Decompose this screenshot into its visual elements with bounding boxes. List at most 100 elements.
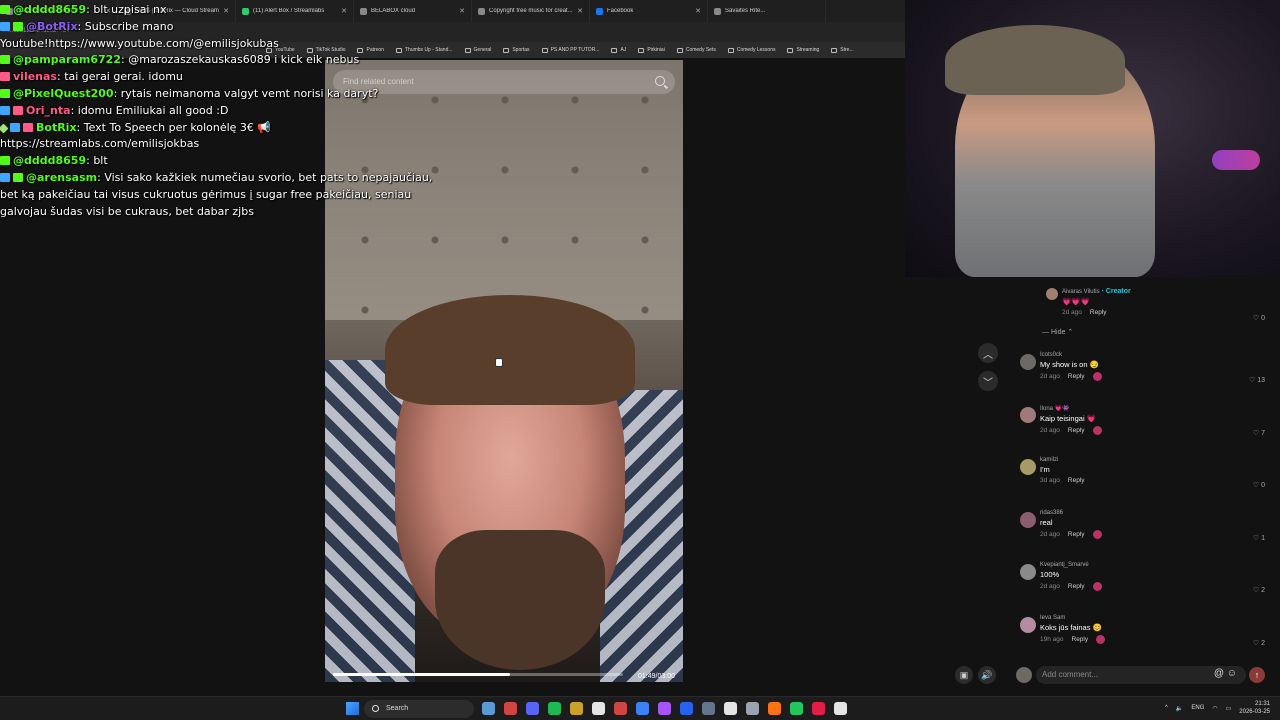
like-count[interactable]: ♡ 2 [1253, 639, 1265, 647]
volume-button[interactable]: 🔊 [978, 666, 996, 684]
close-icon[interactable]: ✕ [577, 7, 583, 15]
reply-button[interactable]: Reply [1072, 636, 1089, 643]
taskbar-app-icon[interactable] [812, 702, 825, 715]
avatar[interactable] [1020, 406, 1036, 423]
chevron-up-icon[interactable]: ^ [1165, 705, 1168, 711]
chat-username[interactable]: @dddd8659 [13, 3, 86, 16]
chat-username[interactable]: Ori_nta [26, 104, 71, 117]
comment-username[interactable]: Kvepiantį_Smarvė [1040, 562, 1260, 568]
search-icon[interactable] [655, 76, 665, 86]
reply-button[interactable]: Reply [1068, 373, 1085, 380]
windows-start-icon[interactable] [346, 702, 359, 715]
chat-username[interactable]: @arensasm [26, 171, 97, 184]
comment-username[interactable]: kamilzi [1040, 457, 1260, 463]
taskbar-app-icon[interactable] [702, 702, 715, 715]
bookmark-folder[interactable]: Comedy Sets [671, 47, 722, 53]
hide-replies-button[interactable]: — Hide ⌃ [1042, 328, 1073, 336]
browser-tab[interactable]: Savaitės Rite... [708, 0, 826, 22]
comments-panel: Aivaras Vilutis · Creator 💗💗💗 2d ago Repl… [1010, 280, 1275, 660]
chat-message: @arensasm: Visi sako kažkiek numečiau sv… [0, 170, 433, 218]
comment-username[interactable]: Icots0ck [1040, 352, 1260, 358]
comment-username[interactable]: ridas386 [1040, 510, 1260, 516]
comment-item: ridas386 real 2d ago Reply [1040, 510, 1260, 539]
bookmark-folder[interactable]: General [459, 47, 498, 53]
close-icon[interactable]: ✕ [459, 7, 465, 15]
reply-button[interactable]: Reply [1068, 427, 1085, 434]
chat-message: @dddd8659: blt [0, 153, 440, 170]
bookmark-folder[interactable]: Sportas [497, 47, 535, 53]
bookmark-folder[interactable]: Streaming [781, 47, 825, 53]
like-count[interactable]: ♡ 13 [1249, 376, 1265, 384]
send-comment-button[interactable]: ↑ [1249, 667, 1265, 683]
avatar[interactable] [1020, 511, 1036, 528]
taskbar-app-icon[interactable] [592, 702, 605, 715]
taskbar-app-icon[interactable] [482, 702, 495, 715]
next-video-button[interactable]: ﹀ [978, 371, 998, 391]
taskbar-search[interactable]: Search [364, 700, 474, 718]
like-count[interactable]: ♡ 1 [1253, 534, 1265, 542]
clock[interactable]: 21:31 2026-03-25 [1239, 700, 1270, 716]
avatar[interactable] [1020, 564, 1036, 580]
taskbar-app-icon[interactable] [548, 702, 561, 715]
wifi-icon[interactable]: ◠ [1212, 705, 1217, 712]
chat-message-text: @marozaszekauskas6089 i kick eik nebus [128, 53, 360, 67]
previous-video-button[interactable]: ︿ [978, 343, 998, 363]
creator-liked-avatar [1092, 372, 1102, 381]
comment-age: 2d ago [1040, 373, 1060, 380]
taskbar-app-icon[interactable] [724, 702, 737, 715]
avatar[interactable] [1020, 459, 1036, 475]
comment-age: 2d ago [1040, 426, 1060, 434]
avatar[interactable] [1020, 616, 1036, 633]
like-count[interactable]: ♡ 0 [1253, 481, 1265, 489]
volume-icon[interactable]: 🔈 [1176, 705, 1183, 712]
comment-username[interactable]: Ilona 💗👾 [1040, 405, 1260, 412]
browser-tab[interactable]: Facebook ✕ [590, 0, 708, 22]
taskbar-app-icon[interactable] [790, 702, 803, 715]
like-count[interactable]: ♡ 7 [1253, 429, 1265, 437]
taskbar-app-icon[interactable] [768, 702, 781, 715]
bookmark-folder[interactable]: AJ [605, 47, 632, 53]
bookmark-folder[interactable]: Stre... [825, 47, 859, 53]
picture-in-picture-button[interactable]: ▣ [955, 666, 973, 684]
browser-tab[interactable]: Copyright free music for creat... ✕ [472, 0, 590, 22]
mention-icon[interactable]: @ [1214, 668, 1224, 679]
taskbar-app-icon[interactable] [746, 702, 759, 715]
reply-button[interactable]: Reply [1068, 531, 1085, 538]
chat-username[interactable]: vilenas [13, 70, 57, 83]
taskbar-app-icon[interactable] [834, 702, 847, 715]
like-count[interactable]: ♡ 0 [1253, 314, 1265, 322]
taskbar-app-icon[interactable] [680, 702, 693, 715]
language-indicator[interactable]: ENG [1191, 705, 1204, 711]
taskbar-app-icon[interactable] [614, 702, 627, 715]
taskbar-app-icon[interactable] [658, 702, 671, 715]
bookmark-folder[interactable]: PS AND PP TUTOR... [536, 47, 606, 53]
chat-username[interactable]: @pamparam6722 [13, 53, 121, 66]
chat-username[interactable]: @BotRix [26, 20, 78, 33]
reply-button[interactable]: Reply [1090, 309, 1107, 316]
video-progress-bar[interactable] [333, 673, 623, 676]
green-badge-icon [0, 156, 10, 166]
chat-username[interactable]: @dddd8659 [13, 154, 86, 167]
creator-liked-avatar [1092, 582, 1102, 591]
chat-message: @BotRix: Subscribe mano Youtube!https://… [0, 19, 279, 50]
close-icon[interactable]: ✕ [695, 7, 701, 15]
taskbar-app-icon[interactable] [526, 702, 539, 715]
like-count[interactable]: ♡ 2 [1253, 586, 1265, 594]
reply-button[interactable]: Reply [1068, 583, 1085, 590]
avatar[interactable] [1020, 354, 1036, 370]
reply-button[interactable]: Reply [1068, 477, 1085, 484]
chat-username[interactable]: @PixelQuest200 [13, 87, 114, 100]
chat-username[interactable]: BotRix [36, 121, 77, 134]
bookmark-folder[interactable]: Comedy Lessons [722, 47, 782, 53]
emoji-icon[interactable]: ☺ [1227, 668, 1237, 679]
battery-icon[interactable]: ▭ [1226, 705, 1232, 712]
green-badge-icon [0, 88, 10, 98]
chevron-up-icon: ︿ [983, 349, 993, 361]
taskbar-app-icon[interactable] [636, 702, 649, 715]
taskbar-app-icon[interactable] [504, 702, 517, 715]
avatar[interactable] [1046, 288, 1058, 300]
folder-icon [611, 47, 618, 53]
bookmark-folder[interactable]: Pirkiniai [632, 47, 671, 53]
taskbar-app-icon[interactable] [570, 702, 583, 715]
comment-username[interactable]: Ieva Sam [1040, 615, 1260, 621]
